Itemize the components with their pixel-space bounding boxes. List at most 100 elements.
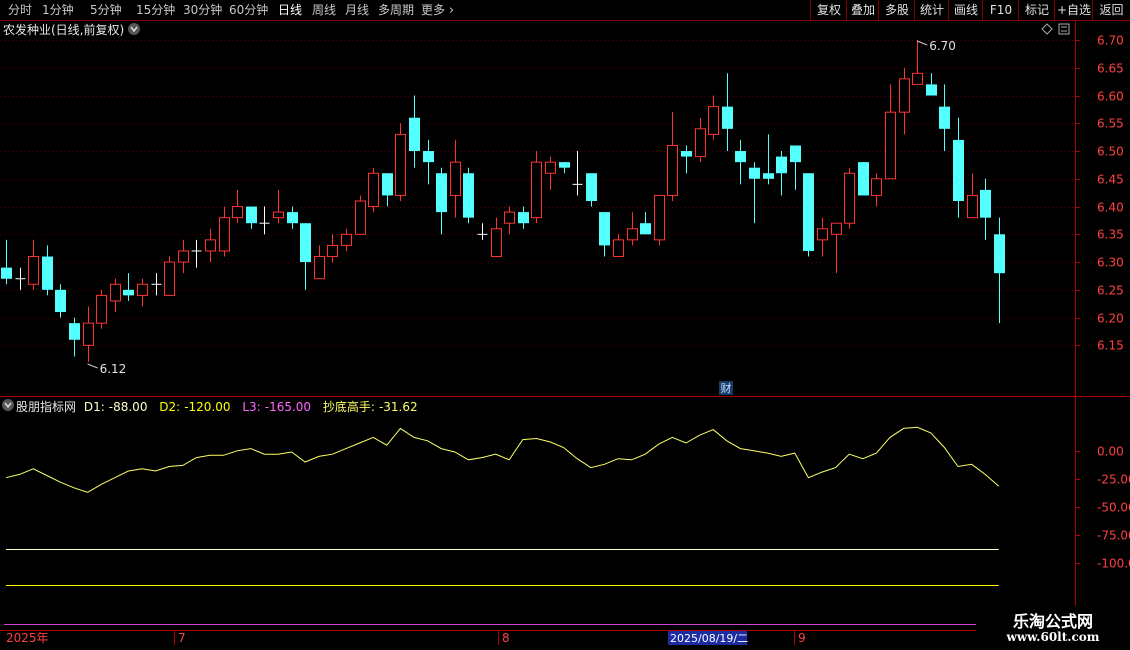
candle[interactable] <box>722 73 733 152</box>
xaxis-year-label: 2025年 <box>6 631 49 645</box>
price-tick-label: 6.65 <box>1097 62 1124 76</box>
candle[interactable] <box>42 245 53 296</box>
candle[interactable] <box>368 167 379 213</box>
candle-body <box>55 289 66 313</box>
candle[interactable] <box>899 67 910 135</box>
candle[interactable] <box>939 84 950 152</box>
low-price-marker: 6.12 <box>87 362 126 376</box>
candle[interactable] <box>572 151 583 196</box>
candle-body <box>96 294 107 324</box>
main-readout: 抄底高手: -31.62 <box>323 400 422 414</box>
candle[interactable] <box>790 145 801 190</box>
candle[interactable] <box>1 239 12 285</box>
candle[interactable] <box>436 167 447 235</box>
candle[interactable] <box>545 156 556 190</box>
candle[interactable] <box>531 151 542 224</box>
candle[interactable] <box>287 206 298 229</box>
candle[interactable] <box>151 273 162 296</box>
d1-value: -88.00 <box>108 400 148 414</box>
candle[interactable] <box>885 84 896 180</box>
candle-body <box>368 172 379 208</box>
candle[interactable] <box>953 117 964 218</box>
candle[interactable] <box>463 167 474 224</box>
candle-body <box>708 106 719 135</box>
candle[interactable] <box>28 239 39 290</box>
candle[interactable] <box>586 173 597 207</box>
candle[interactable] <box>735 139 746 185</box>
d1-readout: D1: -88.00 <box>84 400 152 414</box>
candle[interactable] <box>423 139 434 185</box>
candle[interactable] <box>980 178 991 240</box>
candle[interactable] <box>259 206 270 235</box>
candle[interactable] <box>164 256 175 296</box>
candle[interactable] <box>776 151 787 196</box>
candle[interactable] <box>395 123 406 201</box>
candle[interactable] <box>504 206 515 235</box>
candle[interactable] <box>491 217 502 258</box>
candle-body <box>545 161 556 174</box>
candle-body <box>409 117 420 152</box>
candle[interactable] <box>83 306 94 362</box>
candle[interactable] <box>912 40 923 85</box>
candle[interactable] <box>382 173 393 207</box>
indicator-tick-label: 0.00 <box>1097 445 1124 459</box>
candle[interactable] <box>341 228 352 251</box>
candle-body <box>831 222 842 235</box>
candle[interactable] <box>803 173 814 257</box>
candle[interactable] <box>749 162 760 224</box>
title-dropdown-icon[interactable] <box>128 23 140 35</box>
candle[interactable] <box>926 73 937 96</box>
candle[interactable] <box>599 212 610 257</box>
candle[interactable] <box>273 189 284 224</box>
candle[interactable] <box>627 212 638 246</box>
candle[interactable] <box>654 194 665 246</box>
candle[interactable] <box>559 162 570 174</box>
candle[interactable] <box>96 289 107 329</box>
candle[interactable] <box>640 212 651 235</box>
candle-body <box>953 139 964 201</box>
candle[interactable] <box>178 239 189 274</box>
candle-body <box>885 111 896 180</box>
candle[interactable] <box>314 245 325 280</box>
l3-readout: L3: -165.00 <box>242 400 315 414</box>
candle[interactable] <box>137 278 148 307</box>
candle[interactable] <box>695 117 706 163</box>
candle[interactable] <box>871 173 882 207</box>
candle[interactable] <box>708 95 719 140</box>
candle[interactable] <box>232 189 243 224</box>
diamond-icon[interactable] <box>1041 23 1053 35</box>
candle[interactable] <box>613 234 624 258</box>
candle[interactable] <box>246 206 257 229</box>
candle[interactable] <box>355 195 366 235</box>
candle-body <box>994 234 1005 274</box>
candle[interactable] <box>858 162 869 196</box>
price-tick-label: 6.20 <box>1097 312 1124 326</box>
candle[interactable] <box>817 217 828 257</box>
stock-chart[interactable]: 6.15 6.20 6.25 6.30 6.35 6.40 6.45 6.50 6.55 6.60… <box>0 0 1130 650</box>
candle[interactable] <box>123 273 134 301</box>
candle[interactable] <box>15 267 26 290</box>
candle[interactable] <box>844 167 855 229</box>
indicator-tick-label: -100.00 <box>1097 557 1130 571</box>
settings-icon[interactable] <box>1058 23 1070 35</box>
candle[interactable] <box>300 223 311 290</box>
candle[interactable] <box>69 317 80 357</box>
candle[interactable] <box>191 239 202 268</box>
candle[interactable] <box>681 145 692 174</box>
candle[interactable] <box>518 206 529 229</box>
candle[interactable] <box>831 222 842 274</box>
candle[interactable] <box>667 112 678 201</box>
candle[interactable] <box>763 134 774 185</box>
candle-body <box>912 72 923 85</box>
candle[interactable] <box>994 217 1005 324</box>
candle[interactable] <box>205 228 216 263</box>
candle[interactable] <box>110 278 121 313</box>
candle-body <box>42 256 53 290</box>
finance-event-marker[interactable]: 财 <box>719 381 733 395</box>
candle[interactable] <box>327 234 338 263</box>
candle-body <box>137 283 148 296</box>
candle[interactable] <box>477 223 488 240</box>
candle[interactable] <box>55 284 66 318</box>
candle[interactable] <box>219 206 230 257</box>
candle[interactable] <box>409 95 420 168</box>
